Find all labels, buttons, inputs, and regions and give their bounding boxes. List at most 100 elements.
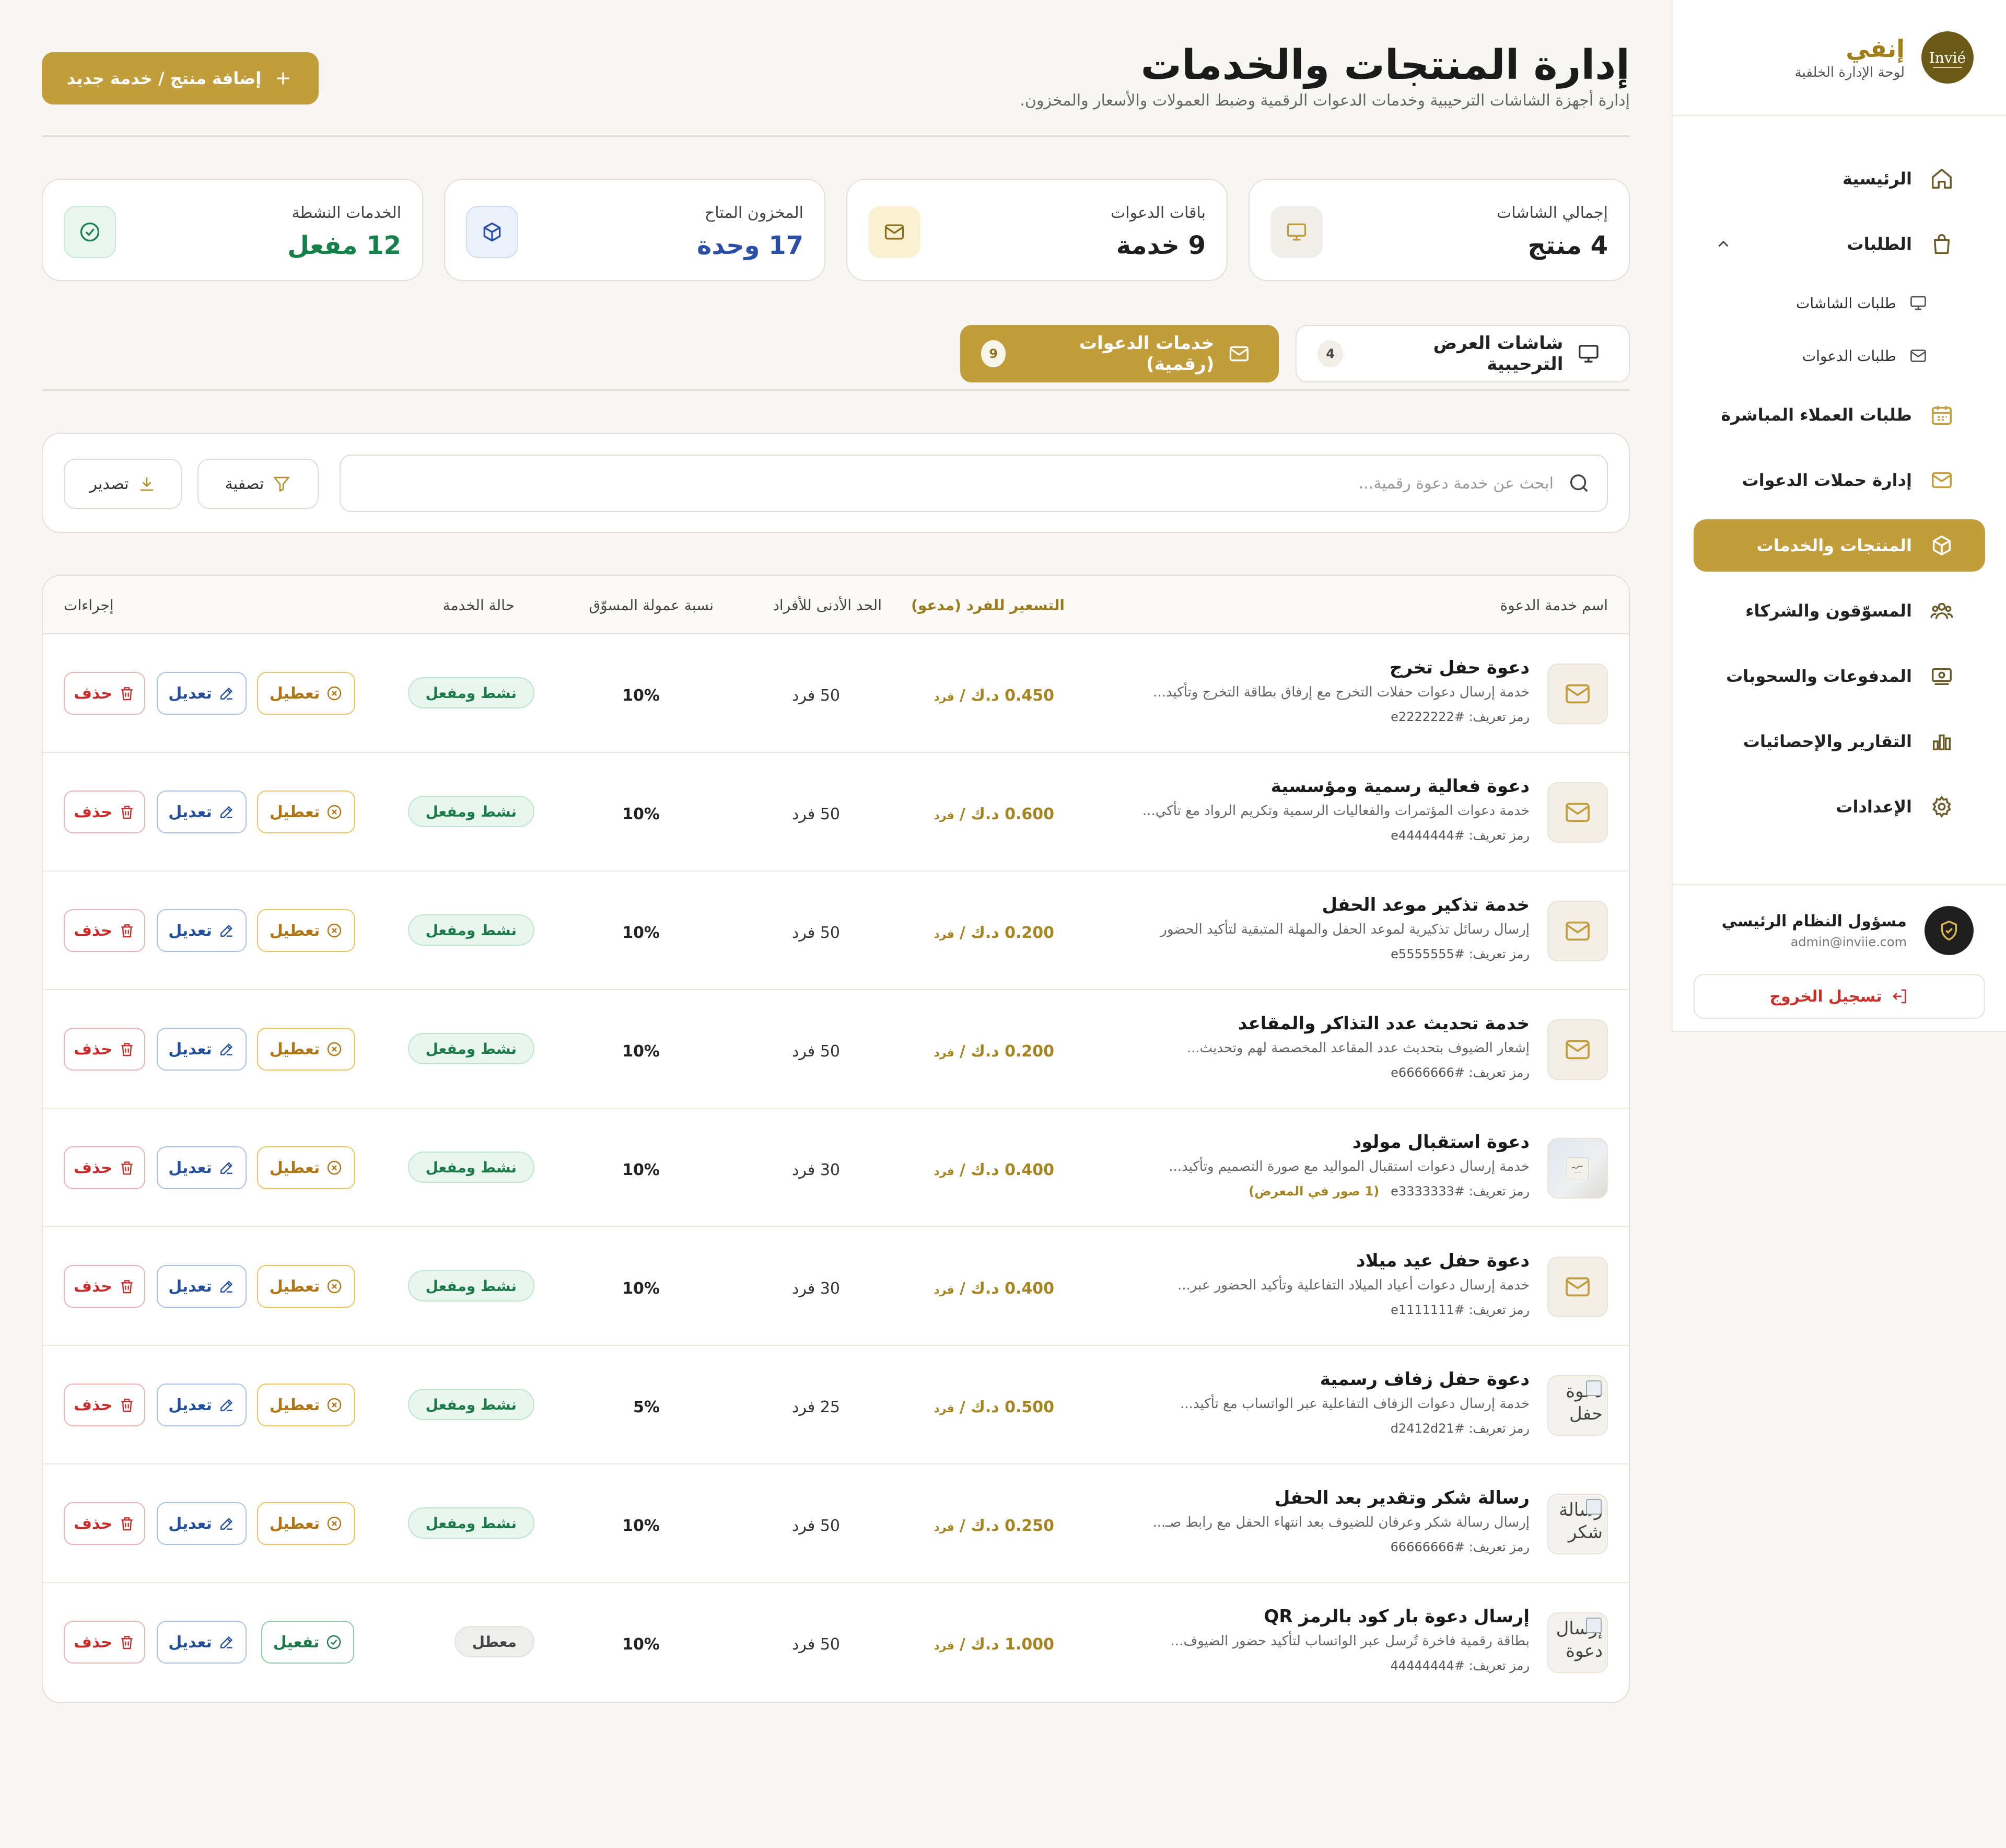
sidebar-item-reports[interactable]: التقارير والإحصائيات [1694, 715, 1985, 768]
sidebar-item-settings[interactable]: الإعدادات [1694, 781, 1985, 833]
service-name[interactable]: دعوة حفل عيد ميلاد [1356, 1250, 1530, 1271]
delete-button[interactable]: حذف [64, 1502, 145, 1545]
price-unit: فرد [934, 1521, 954, 1534]
disable-button[interactable]: تعطيل [257, 909, 355, 952]
tab-invitations[interactable]: خدمات الدعوات (رقمية) 9 [960, 325, 1279, 382]
service-commission: 10% [622, 1280, 660, 1298]
col-header-actions: إجراءات [64, 597, 114, 614]
service-name[interactable]: دعوة فعالية رسمية ومؤسسية [1271, 776, 1530, 797]
sidebar-item-home[interactable]: الرئيسية [1694, 153, 1985, 205]
price-value: 0.600 [1005, 805, 1054, 823]
edit-button[interactable]: تعديل [157, 1028, 247, 1071]
disable-button[interactable]: تعطيل [257, 1146, 355, 1189]
sidebar-item-marketers[interactable]: المسوّقون والشركاء [1694, 585, 1985, 637]
service-min-people: 50 فرد [792, 924, 840, 942]
service-name[interactable]: دعوة استقبال مولود [1352, 1132, 1530, 1153]
edit-button[interactable]: تعديل [157, 1384, 247, 1426]
delete-button[interactable]: حذف [64, 1028, 145, 1071]
delete-button[interactable]: حذف [64, 672, 145, 715]
service-min-people: 30 فرد [792, 1161, 840, 1179]
edit-button[interactable]: تعديل [157, 672, 247, 715]
sidebar-item-direct-orders[interactable]: طلبات العملاء المباشرة [1694, 389, 1985, 441]
enable-button[interactable]: تفعيل [261, 1621, 354, 1664]
search-input[interactable] [404, 474, 1554, 493]
service-name[interactable]: خدمة تحديث عدد التذاكر والمقاعد [1238, 1013, 1530, 1034]
sidebar-item-campaigns[interactable]: إدارة حملات الدعوات [1694, 454, 1985, 506]
sidebar-item-label: المنتجات والخدمات [1756, 536, 1912, 555]
edit-icon [220, 1399, 232, 1411]
delete-button[interactable]: حذف [64, 1146, 145, 1189]
service-name[interactable]: دعوة حفل زفاف رسمية [1320, 1369, 1530, 1390]
price-currency: د.ك / [959, 687, 999, 705]
disable-button[interactable]: تعطيل [257, 672, 355, 715]
tab-screens[interactable]: شاشات العرض الترحيبية 4 [1296, 325, 1630, 382]
add-product-button[interactable]: إضافة منتج / خدمة جديد [42, 52, 319, 104]
service-name[interactable]: خدمة تذكير موعد الحفل [1322, 894, 1530, 915]
stat-card-invitations: باقات الدعوات 9 خدمة [846, 179, 1228, 281]
edit-icon [220, 1636, 232, 1648]
x-circle-icon [328, 1042, 342, 1056]
service-min-people: 25 فرد [792, 1398, 840, 1416]
edit-button[interactable]: تعديل [157, 1265, 247, 1308]
box-icon [1932, 536, 1951, 555]
filter-button[interactable]: تصفية [197, 459, 319, 509]
stat-value: 17 وحدة [697, 231, 803, 260]
service-thumbnail-broken-image: دعوة حفل [1547, 1375, 1608, 1436]
edit-label: تعديل [168, 803, 212, 821]
edit-button[interactable]: تعديل [157, 1621, 247, 1664]
edit-button[interactable]: تعديل [157, 1502, 247, 1545]
disable-button[interactable]: تعطيل [257, 1502, 355, 1545]
edit-button[interactable]: تعديل [157, 909, 247, 952]
delete-button[interactable]: حذف [64, 791, 145, 833]
export-label: تصدير [89, 474, 129, 493]
table-header: اسم خدمة الدعوة التسعير للفرد (مدعو) الح… [43, 576, 1629, 634]
edit-icon [220, 687, 232, 700]
price-unit: فرد [934, 1284, 954, 1297]
delete-label: حذف [74, 921, 112, 940]
edit-button[interactable]: تعديل [157, 791, 247, 833]
services-table: اسم خدمة الدعوة التسعير للفرد (مدعو) الح… [42, 575, 1630, 1703]
logout-button[interactable]: تسجيل الخروج [1694, 974, 1985, 1019]
service-name[interactable]: إرسال دعوة بار كود بالرمز QR [1264, 1606, 1530, 1627]
calendar-icon [1932, 405, 1952, 425]
box-icon [466, 206, 518, 258]
sidebar-item-orders[interactable]: الطلبات [1694, 218, 1985, 270]
status-badge: نشط ومفعل [407, 1033, 534, 1064]
delete-button[interactable]: حذف [64, 909, 145, 952]
sidebar-item-payments[interactable]: المدفوعات والسحوبات [1694, 650, 1985, 702]
disable-button[interactable]: تعطيل [257, 791, 355, 833]
service-min-people: 50 فرد [792, 805, 840, 823]
code-prefix: رمز تعريف: [1468, 1658, 1530, 1673]
code-value: #e6666666 [1391, 1065, 1465, 1080]
code-value: #e3333333 [1391, 1184, 1465, 1199]
disable-button[interactable]: تعطيل [257, 1028, 355, 1071]
stats-cards: إجمالي الشاشات 4 منتج باقات الدعوات 9 خد… [42, 179, 1630, 281]
main-content: إدارة المنتجات والخدمات إدارة أجهزة الشا… [42, 0, 1630, 1703]
mail-icon [1230, 346, 1249, 362]
service-name[interactable]: دعوة حفل تخرج [1390, 657, 1530, 678]
sidebar-subitem-screen-orders[interactable]: طلبات الشاشات [1673, 283, 2006, 323]
sidebar-item-label: طلبات العملاء المباشرة [1721, 405, 1912, 425]
sidebar-subitem-invite-orders[interactable]: طلبات الدعوات [1673, 336, 2006, 376]
delete-button[interactable]: حذف [64, 1384, 145, 1426]
service-min-people: 50 فرد [792, 1517, 840, 1535]
search-box [340, 455, 1608, 512]
edit-label: تعديل [168, 1040, 212, 1059]
shield-check-icon [1941, 920, 1957, 941]
edit-button[interactable]: تعديل [157, 1146, 247, 1189]
price-currency: د.ك / [959, 924, 999, 942]
disable-button[interactable]: تعطيل [257, 1384, 355, 1426]
table-row: دعوة حفل تخرج خدمة إرسال دعوات حفلات التخ… [43, 634, 1629, 753]
delete-button[interactable]: حذف [64, 1621, 145, 1664]
service-price: 0.500 د.ك / فرد [934, 1398, 1054, 1416]
delete-button[interactable]: حذف [64, 1265, 145, 1308]
export-button[interactable]: تصدير [64, 459, 182, 509]
service-price: 1.000 د.ك / فرد [934, 1635, 1054, 1654]
service-name[interactable]: رسالة شكر وتقدير بعد الحفل [1275, 1487, 1530, 1508]
logout-icon [1892, 989, 1906, 1004]
disable-button[interactable]: تعطيل [257, 1265, 355, 1308]
price-value: 0.450 [1005, 687, 1054, 705]
chevron-up-icon[interactable] [1715, 235, 1732, 253]
sidebar-item-products[interactable]: المنتجات والخدمات [1694, 519, 1985, 572]
stat-value: 12 مفعل [287, 231, 401, 260]
